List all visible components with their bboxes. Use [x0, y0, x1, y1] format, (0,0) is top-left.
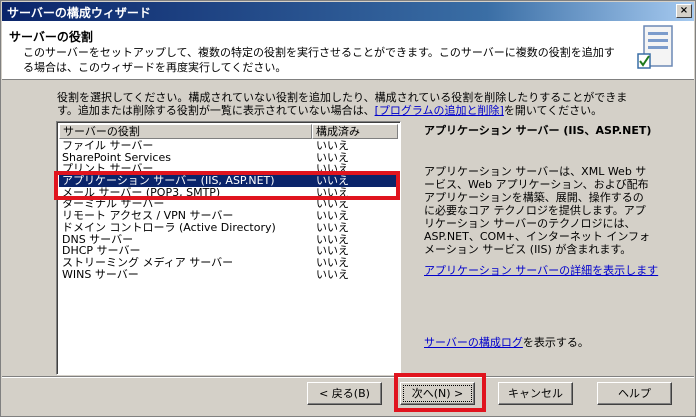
- help-button[interactable]: ヘルプ: [597, 382, 672, 405]
- list-item[interactable]: DHCP サーバー いいえ: [59, 245, 398, 257]
- list-header: サーバーの役割 構成済み: [59, 124, 398, 139]
- list-item[interactable]: ストリーミング メディア サーバー いいえ: [59, 257, 398, 269]
- role-name: DNS サーバー: [62, 233, 134, 246]
- cancel-button[interactable]: キャンセル: [498, 382, 573, 405]
- role-configured: いいえ: [316, 210, 349, 222]
- list-item[interactable]: WINS サーバー いいえ: [59, 269, 398, 281]
- role-configured: いいえ: [316, 198, 349, 211]
- role-configured: いいえ: [316, 245, 349, 257]
- config-log-link[interactable]: サーバーの構成ログ: [424, 336, 523, 349]
- config-log-suffix: を表示する。: [522, 336, 589, 349]
- back-button[interactable]: < 戻る(B): [307, 382, 382, 405]
- wizard-window: サーバーの構成ウィザード × サーバーの役割 このサーバーをセットアップして、複…: [0, 0, 696, 417]
- close-button[interactable]: ×: [676, 4, 692, 18]
- role-details-link[interactable]: アプリケーション サーバーの詳細を表示します: [424, 262, 658, 278]
- page-title: サーバーの役割: [9, 30, 93, 44]
- role-name: DHCP サーバー: [62, 245, 141, 257]
- role-name: ファイル サーバー: [62, 140, 154, 152]
- column-header-configured[interactable]: 構成済み: [312, 124, 398, 139]
- role-configured: いいえ: [316, 233, 349, 246]
- column-header-role[interactable]: サーバーの役割: [59, 124, 312, 139]
- list-item[interactable]: DNS サーバー いいえ: [59, 234, 398, 246]
- highlight-selected-role: [54, 171, 400, 200]
- role-configured: いいえ: [316, 268, 349, 281]
- role-configured: いいえ: [316, 140, 349, 152]
- server-role-list[interactable]: サーバーの役割 構成済み ファイル サーバー いいえ SharePoint Ser…: [56, 121, 401, 375]
- page-description: このサーバーをセットアップして、複数の特定の役割を実行させることができます。この…: [23, 46, 615, 74]
- list-item[interactable]: リモート アクセス / VPN サーバー いいえ: [59, 210, 398, 222]
- role-detail-title: アプリケーション サーバー (IIS、ASP.NET): [424, 124, 652, 137]
- list-item[interactable]: ターミナル サーバー いいえ: [59, 198, 398, 210]
- role-configured: いいえ: [316, 256, 349, 269]
- role-detail-description: アプリケーション サーバーは、XML Web サービス、Web アプリケーション…: [424, 165, 651, 256]
- instructions-after: を開いてください。: [503, 104, 603, 117]
- highlight-next-button: [394, 373, 486, 412]
- role-name: SharePoint Services: [62, 151, 171, 164]
- role-name: ドメイン コントローラ (Active Directory): [62, 221, 276, 234]
- list-rows: ファイル サーバー いいえ SharePoint Services いいえ プリント…: [59, 140, 398, 280]
- server-wizard-icon: [637, 25, 673, 69]
- list-item[interactable]: SharePoint Services いいえ: [59, 152, 398, 164]
- footer-divider: [2, 376, 694, 378]
- role-name: ターミナル サーバー: [62, 198, 165, 211]
- role-configured: いいえ: [316, 151, 349, 164]
- role-configured: いいえ: [316, 221, 349, 234]
- role-name: リモート アクセス / VPN サーバー: [62, 210, 234, 222]
- window-title: サーバーの構成ウィザード: [7, 6, 151, 20]
- config-log-line: サーバーの構成ログを表示する。: [424, 334, 589, 350]
- add-remove-programs-link[interactable]: [プログラムの追加と削除]: [375, 104, 504, 117]
- title-bar: サーバーの構成ウィザード ×: [2, 2, 694, 21]
- instructions-text: 役割を選択してください。構成されていない役割を追加したり、構成されている役割を削…: [57, 91, 647, 117]
- list-item[interactable]: ドメイン コントローラ (Active Directory) いいえ: [59, 222, 398, 234]
- role-name: WINS サーバー: [62, 268, 139, 281]
- list-item[interactable]: ファイル サーバー いいえ: [59, 140, 398, 152]
- role-name: ストリーミング メディア サーバー: [62, 256, 234, 269]
- wizard-header: サーバーの役割 このサーバーをセットアップして、複数の特定の役割を実行させること…: [2, 21, 694, 80]
